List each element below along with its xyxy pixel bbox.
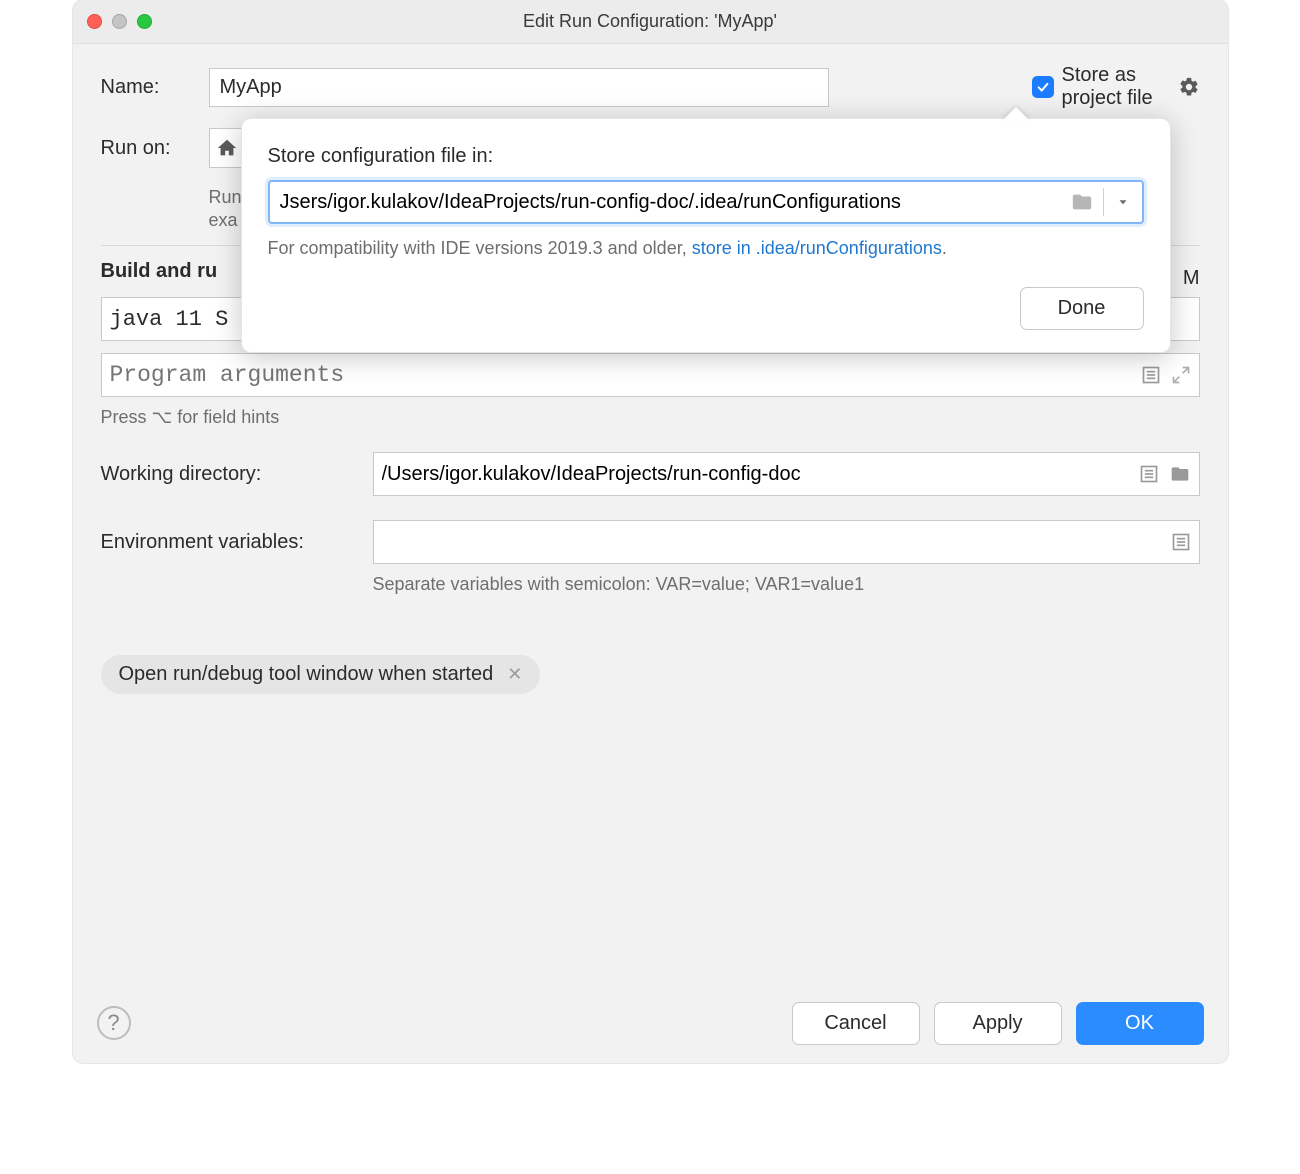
partial-right-char: M <box>1183 267 1200 290</box>
field-hints-label: Press ⌥ for field hints <box>101 407 1200 428</box>
working-directory-input[interactable] <box>382 463 1139 486</box>
env-vars-row: Environment variables: <box>101 520 1200 564</box>
store-config-popover: Store configuration file in: For compati… <box>241 118 1171 353</box>
compat-hint: For compatibility with IDE versions 2019… <box>268 238 1144 259</box>
home-icon <box>216 137 238 159</box>
gear-icon[interactable] <box>1178 76 1200 98</box>
env-vars-hint: Separate variables with semicolon: VAR=v… <box>373 574 1200 595</box>
name-row: Name: Store as project file <box>101 64 1200 110</box>
name-label: Name: <box>101 76 209 99</box>
list-icon[interactable] <box>1141 365 1161 385</box>
store-as-project-file-checkbox[interactable] <box>1032 76 1054 98</box>
titlebar: Edit Run Configuration: 'MyApp' <box>73 0 1228 44</box>
working-directory-row: Working directory: <box>101 452 1200 496</box>
apply-button[interactable]: Apply <box>934 1002 1062 1045</box>
open-tool-window-chip[interactable]: Open run/debug tool window when started … <box>101 655 541 694</box>
popover-arrow <box>1002 107 1030 121</box>
done-button[interactable]: Done <box>1020 287 1144 330</box>
list-icon[interactable] <box>1171 532 1191 552</box>
store-right-group: Store as project file <box>1032 64 1200 110</box>
env-vars-input[interactable] <box>382 531 1171 554</box>
program-arguments-field[interactable] <box>101 353 1200 397</box>
dialog-window: Edit Run Configuration: 'MyApp' Name: St… <box>73 0 1228 1063</box>
compat-link[interactable]: store in .idea/runConfigurations <box>692 238 942 258</box>
cancel-button[interactable]: Cancel <box>792 1002 920 1045</box>
store-as-project-file-label: Store as project file <box>1062 64 1170 110</box>
window-title: Edit Run Configuration: 'MyApp' <box>73 11 1228 32</box>
list-icon[interactable] <box>1139 464 1159 484</box>
expand-icon[interactable] <box>1171 365 1191 385</box>
folder-icon[interactable] <box>1061 191 1103 213</box>
program-arguments-input[interactable] <box>110 362 1141 388</box>
store-config-path-field[interactable] <box>268 180 1144 224</box>
chip-label: Open run/debug tool window when started <box>119 663 494 686</box>
working-directory-label: Working directory: <box>101 463 373 486</box>
run-on-target-dropdown[interactable] <box>209 128 245 168</box>
help-button[interactable]: ? <box>97 1006 131 1040</box>
env-vars-field[interactable] <box>373 520 1200 564</box>
store-config-path-input[interactable] <box>270 191 1061 214</box>
env-vars-label: Environment variables: <box>101 531 373 554</box>
store-config-title: Store configuration file in: <box>268 145 1144 168</box>
ok-button[interactable]: OK <box>1076 1002 1204 1045</box>
name-input[interactable] <box>209 68 829 107</box>
chevron-down-icon[interactable] <box>1104 195 1142 209</box>
folder-icon[interactable] <box>1169 464 1191 484</box>
build-and-run-heading: Build and ru <box>101 260 218 283</box>
run-on-label: Run on: <box>101 137 209 160</box>
close-icon[interactable]: ✕ <box>507 664 522 685</box>
dialog-bottom-bar: ? Cancel Apply OK <box>73 983 1228 1063</box>
working-directory-field[interactable] <box>373 452 1200 496</box>
sdk-value: java 11 S <box>110 307 229 332</box>
